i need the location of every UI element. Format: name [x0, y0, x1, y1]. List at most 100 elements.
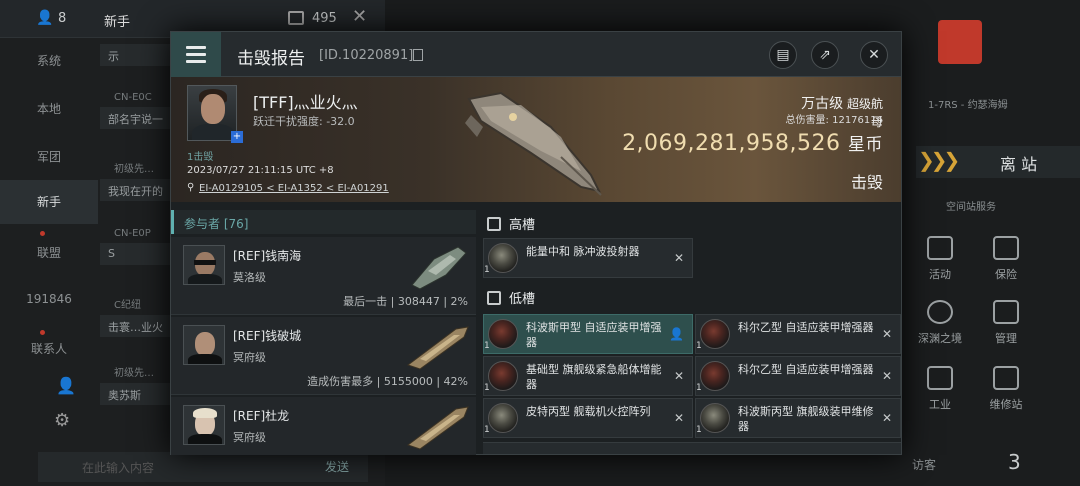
- participant-row[interactable]: [REF]钱破城 冥府级 造成伤害最多 | 5155000 | 42%: [171, 317, 476, 395]
- repair-button[interactable]: 维修站: [976, 366, 1036, 412]
- fitting-slot[interactable]: 1 科尔乙型 自适应装甲增强器 ✕: [695, 314, 901, 354]
- party-icon: [927, 236, 953, 260]
- person-icon[interactable]: 👤: [669, 327, 684, 341]
- participant-avatar: [183, 245, 225, 285]
- victim-name[interactable]: [TFF]灬业火灬: [253, 89, 358, 113]
- close-icon[interactable]: ✕: [674, 251, 684, 265]
- kill-datetime: 2023/07/27 21:11:15 UTC +8: [187, 165, 334, 176]
- services-label: 空间站服务: [946, 202, 996, 213]
- fitting-slot[interactable]: 1 皮特丙型 舰载机火控阵列 ✕: [483, 398, 693, 438]
- events-button[interactable]: 活动: [910, 236, 970, 282]
- kill-result: 击毁: [850, 173, 883, 192]
- victim-avatar[interactable]: [187, 85, 237, 141]
- kill-location-path[interactable]: EI-A0129105 < EI-A1352 < EI-A01291: [199, 183, 389, 194]
- participant-name: [REF]杜龙: [233, 409, 290, 423]
- clipboard-icon[interactable]: ▤: [769, 41, 797, 69]
- low-slot-icon: [487, 291, 501, 305]
- online-count: 8: [58, 11, 67, 26]
- participant-ship: 冥府级: [233, 431, 266, 444]
- participant-row[interactable]: [REF]杜龙 冥府级: [171, 397, 476, 455]
- channel-alliance[interactable]: 联盟: [0, 244, 98, 261]
- channel-title: 新手: [104, 15, 131, 30]
- currency-unit: 星币: [848, 135, 883, 155]
- copy-icon[interactable]: [413, 49, 423, 61]
- people-icon[interactable]: 👤: [36, 10, 53, 26]
- participant-ship-image: [406, 326, 469, 370]
- chat-input[interactable]: 在此输入内容: [38, 452, 368, 482]
- chevrons-icon: ❯❯❯: [918, 148, 960, 172]
- undock-button[interactable]: ❯❯❯ 离 站: [916, 146, 1080, 178]
- channel-fleet[interactable]: 191846: [0, 292, 98, 306]
- module-name: 科尔乙型 自适应装甲增强器: [738, 363, 874, 376]
- channel-system[interactable]: 系统: [0, 52, 98, 69]
- participant-avatar: [183, 325, 225, 365]
- fitting-slot[interactable]: 1 科波斯甲型 自适应装甲增强器 👤: [483, 314, 693, 354]
- bars-icon: [993, 300, 1019, 324]
- modal-header: 击毁报告 [ID.10220891] ▤ ⇗ ✕: [171, 32, 901, 77]
- participant-stats: 造成伤害最多 | 5155000 | 42%: [307, 375, 468, 388]
- isk-amount: 2,069,281,958,526: [622, 131, 841, 156]
- victim-summary: + [TFF]灬业火灬 跃迁干扰强度: -32.0 1击毁 2023/07/27…: [171, 77, 901, 202]
- menu-hamburger-icon[interactable]: [171, 32, 221, 77]
- system-name: 1-7RS - 约瑟海姆: [928, 100, 1008, 111]
- report-id: [ID.10220891]: [319, 48, 414, 63]
- participant-ship: 莫洛级: [233, 271, 266, 284]
- abyss-icon: [927, 300, 953, 324]
- participant-ship: 冥府级: [233, 351, 266, 364]
- kill-report-modal: 击毁报告 [ID.10220891] ▤ ⇗ ✕ + [TFF]灬业火灬 跃迁干…: [170, 31, 902, 455]
- mail-count: 495: [312, 11, 337, 26]
- channel-contacts[interactable]: 联系人: [0, 340, 98, 357]
- close-icon[interactable]: ✕: [674, 369, 684, 383]
- high-slot-icon: [487, 217, 501, 231]
- module-name: 能量中和 脉冲波投射器: [526, 245, 640, 258]
- channel-corp[interactable]: 军团: [0, 148, 98, 165]
- close-icon[interactable]: ✕: [882, 327, 892, 341]
- location-pin-icon: ⚲: [187, 182, 195, 193]
- channel-local[interactable]: 本地: [0, 100, 98, 117]
- station-panel: 1-7RS - 约瑟海姆 ❯❯❯ 离 站 空间站服务 活动 保险 深渊之境 管理…: [900, 0, 1080, 486]
- profile-icon[interactable]: 👤: [56, 376, 76, 395]
- slot-list-overflow: [483, 442, 901, 454]
- fitting-slot[interactable]: 1 基础型 旗舰级紧急船体增能器 ✕: [483, 356, 693, 396]
- module-icon: [488, 403, 518, 433]
- participant-ship-image: [411, 246, 467, 290]
- participant-row[interactable]: [REF]钱南海 莫洛级 最后一击 | 308447 | 2%: [171, 237, 476, 315]
- industry-button[interactable]: 工业: [910, 366, 970, 412]
- module-name: 皮特丙型 舰载机火控阵列: [526, 405, 651, 418]
- module-name: 科波斯甲型 自适应装甲增强器: [526, 321, 662, 349]
- fitting-slot[interactable]: 1 科尔乙型 自适应装甲增强器 ✕: [695, 356, 901, 396]
- channel-newbie[interactable]: 新手: [0, 180, 98, 224]
- module-name: 基础型 旗舰级紧急船体增能器: [526, 363, 662, 391]
- close-icon[interactable]: ✕: [860, 41, 888, 69]
- share-icon[interactable]: ⇗: [811, 41, 839, 69]
- close-icon[interactable]: ✕: [882, 411, 892, 425]
- fitting-slot[interactable]: 1 科波斯丙型 旗舰级装甲维修器 ✕: [695, 398, 901, 438]
- mail-icon[interactable]: [288, 11, 304, 25]
- visitors-count: 3: [1008, 450, 1021, 474]
- unread-dot: [40, 330, 45, 335]
- close-icon[interactable]: ✕: [882, 369, 892, 383]
- fitting-slot[interactable]: 1 能量中和 脉冲波投射器 ✕: [483, 238, 693, 278]
- high-slot-header: 高槽: [487, 214, 535, 238]
- chat-input-placeholder: 在此输入内容: [82, 461, 155, 475]
- undock-label: 离 站: [1000, 155, 1038, 174]
- add-contact-icon[interactable]: +: [231, 131, 243, 143]
- send-button[interactable]: 发送: [325, 458, 349, 475]
- manage-button[interactable]: 管理: [976, 300, 1036, 346]
- participants-header: 参与者 [76]: [171, 210, 476, 234]
- visitors-label: 访客: [912, 458, 937, 472]
- close-icon[interactable]: ✕: [674, 411, 684, 425]
- low-slot-header: 低槽: [487, 288, 535, 312]
- modal-title: 击毁报告: [237, 49, 305, 69]
- close-chat-icon[interactable]: ✕: [352, 6, 367, 27]
- settings-gear-icon[interactable]: ⚙: [54, 410, 70, 431]
- victim-ship-image: [465, 91, 602, 196]
- total-damage: 总伤害量: 12176116: [785, 115, 883, 126]
- insurance-button[interactable]: 保险: [976, 236, 1036, 282]
- participant-stats: 最后一击 | 308447 | 2%: [343, 295, 468, 308]
- factory-icon: [927, 366, 953, 390]
- warp-jam-strength: 跃迁干扰强度: -32.0: [253, 115, 355, 128]
- participant-name: [REF]钱南海: [233, 249, 302, 263]
- abyss-button[interactable]: 深渊之境: [910, 300, 970, 346]
- module-icon: [488, 361, 518, 391]
